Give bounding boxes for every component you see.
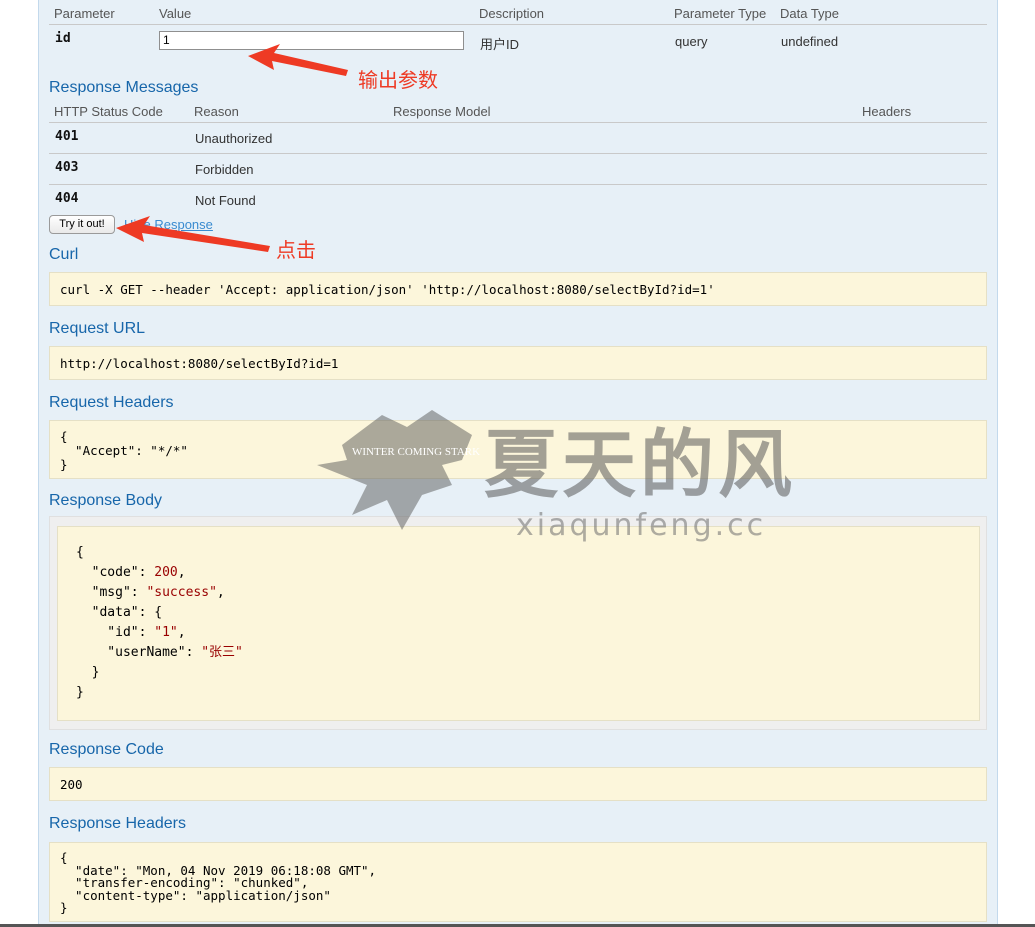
- response-headers-title: Response Headers: [49, 815, 186, 832]
- resp-header-reason: Reason: [194, 104, 239, 119]
- annotation-click: 点击: [276, 240, 316, 262]
- param-type: query: [675, 34, 708, 49]
- watermark-site: xiaqunfeng.cc: [516, 508, 767, 543]
- param-header-description: Description: [479, 6, 545, 21]
- status-code: 403: [55, 160, 79, 175]
- annotation-output-params: 输出参数: [358, 70, 438, 92]
- divider: [49, 122, 987, 123]
- request-url-title: Request URL: [49, 320, 146, 337]
- resp-header-headers: Headers: [862, 104, 912, 119]
- status-reason: Forbidden: [195, 162, 254, 177]
- resp-header-model: Response Model: [393, 104, 491, 119]
- response-code-value: 200: [49, 767, 987, 801]
- request-url-value: http://localhost:8080/selectById?id=1: [49, 346, 987, 380]
- response-code-title: Response Code: [49, 741, 164, 758]
- param-header-param-type: Parameter Type: [674, 6, 767, 21]
- divider: [49, 184, 987, 185]
- divider: [49, 24, 987, 25]
- status-code: 401: [55, 129, 79, 144]
- status-reason: Unauthorized: [195, 131, 273, 146]
- response-body-container: { "code": 200, "msg": "success", "data":…: [49, 516, 987, 730]
- resp-header-status: HTTP Status Code: [54, 104, 163, 119]
- curl-title: Curl: [49, 246, 79, 263]
- wolf-logo-icon: WINTER COMING STARK: [317, 410, 480, 530]
- param-data-type: undefined: [781, 34, 839, 49]
- status-reason: Not Found: [195, 193, 256, 208]
- param-header-data-type: Data Type: [780, 6, 840, 21]
- response-headers-value: { "date": "Mon, 04 Nov 2019 06:18:08 GMT…: [49, 842, 987, 922]
- response-body-json: { "code": 200, "msg": "success", "data":…: [57, 526, 980, 721]
- request-headers-title: Request Headers: [49, 394, 174, 411]
- response-body-title: Response Body: [49, 492, 162, 509]
- try-it-out-button[interactable]: Try it out!: [49, 215, 115, 234]
- logo-text: WINTER COMING STARK: [352, 446, 480, 458]
- status-code: 404: [55, 191, 79, 206]
- param-name: id: [55, 31, 71, 46]
- param-header-parameter: Parameter: [54, 6, 115, 21]
- curl-command: curl -X GET --header 'Accept: applicatio…: [49, 272, 987, 306]
- param-description: 用户ID: [480, 37, 520, 52]
- response-messages-title: Response Messages: [49, 79, 199, 96]
- annotation-arrow-icon: [116, 216, 270, 252]
- param-header-value: Value: [159, 6, 192, 21]
- annotation-arrow-icon: [248, 44, 348, 76]
- watermark-title: 夏天的风: [484, 423, 796, 506]
- divider: [49, 153, 987, 154]
